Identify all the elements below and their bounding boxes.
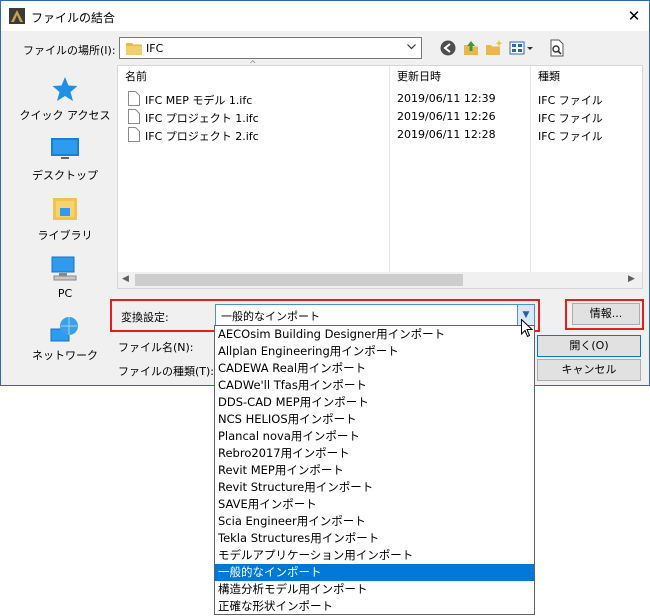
dropdown-option[interactable]: Scia Engineer用インポート	[215, 513, 534, 530]
place-desktop[interactable]: デスクトップ	[17, 135, 113, 183]
place-label: ネットワーク	[32, 349, 98, 362]
file-name: IFC MEP モデル 1.ifc	[145, 94, 253, 107]
lookin-value: IFC	[146, 42, 164, 55]
up-folder-icon[interactable]	[461, 38, 481, 58]
scroll-right-icon[interactable]: ▶	[628, 274, 635, 284]
file-date: 2019/06/11 12:28	[397, 128, 496, 141]
mouse-cursor-icon	[521, 319, 533, 338]
place-label: ライブラリ	[37, 229, 93, 242]
dropdown-option[interactable]: Revit Structure用インポート	[215, 479, 534, 496]
file-icon	[128, 127, 140, 142]
dropdown-option[interactable]: 一般的なインポート	[215, 564, 534, 581]
file-name: IFC プロジェクト 2.ifc	[145, 130, 259, 143]
info-button[interactable]: 情報...	[572, 303, 640, 325]
file-icon	[128, 91, 140, 106]
file-date: 2019/06/11 12:26	[397, 110, 496, 123]
conversion-dropdown-list[interactable]: AECOsim Building Designer用インポート Allplan E…	[214, 325, 535, 615]
place-quick-access[interactable]: クイック アクセス	[17, 75, 113, 123]
dropdown-option[interactable]: AECOsim Building Designer用インポート	[215, 326, 534, 343]
conversion-label: 変換設定:	[121, 311, 169, 324]
filename-label: ファイル名(N):	[118, 341, 194, 354]
dropdown-option[interactable]: CADEWA Real用インポート	[215, 360, 534, 377]
place-pc[interactable]: PC	[17, 255, 113, 300]
file-type: IFC ファイル	[538, 130, 603, 143]
window-title: ファイルの結合	[31, 11, 116, 25]
app-icon	[9, 8, 25, 24]
lookin-label: ファイルの場所(I):	[23, 44, 116, 57]
column-header-name[interactable]: 名前	[125, 66, 147, 88]
new-folder-icon[interactable]	[484, 38, 504, 58]
cancel-button[interactable]: キャンセル	[537, 359, 641, 381]
place-network[interactable]: ネットワーク	[17, 315, 113, 363]
file-type: IFC ファイル	[538, 94, 603, 107]
dropdown-option[interactable]: Tekla Structures用インポート	[215, 530, 534, 547]
place-library[interactable]: ライブラリ	[17, 195, 113, 243]
places-bar: クイック アクセス デスクトップ ライブラリ PC ネットワーク	[17, 65, 113, 381]
place-label: デスクトップ	[32, 169, 98, 182]
desktop-icon	[51, 138, 79, 159]
file-row[interactable]: IFC プロジェクト 1.ifc 2019/06/11 12:26 IFC ファ…	[118, 108, 642, 126]
title-bar: ファイルの結合 ✕	[1, 1, 649, 31]
column-header-date[interactable]: 更新日時	[397, 66, 441, 88]
dropdown-option[interactable]: Revit MEP用インポート	[215, 462, 534, 479]
dropdown-option[interactable]: 構造分析モデル用インポート	[215, 581, 534, 598]
conversion-combo[interactable]: 一般的なインポート ▼	[215, 304, 535, 326]
filetype-label: ファイルの種類(T):	[118, 365, 215, 378]
file-list[interactable]: ^ 名前 更新日時 種類 IFC MEP モデル 1.ifc 2019/06/1…	[117, 60, 643, 289]
file-date: 2019/06/11 12:39	[397, 92, 496, 105]
view-menu-icon[interactable]	[508, 38, 534, 58]
dropdown-option[interactable]: NCS HELIOS用インポート	[215, 411, 534, 428]
dropdown-option[interactable]: Allplan Engineering用インポート	[215, 343, 534, 360]
pc-icon	[51, 256, 77, 281]
back-icon[interactable]	[438, 38, 458, 58]
file-row[interactable]: IFC MEP モデル 1.ifc 2019/06/11 12:39 IFC フ…	[118, 90, 642, 108]
file-icon	[128, 109, 140, 124]
dropdown-option[interactable]: Rebro2017用インポート	[215, 445, 534, 462]
folder-icon	[126, 43, 142, 55]
star-icon	[52, 77, 78, 101]
chevron-down-icon	[407, 44, 416, 50]
close-icon[interactable]: ✕	[621, 3, 647, 29]
network-icon	[50, 317, 78, 342]
dropdown-option[interactable]: DDS-CAD MEP用インポート	[215, 394, 534, 411]
open-button[interactable]: 開く(O)	[537, 335, 641, 357]
file-row[interactable]: IFC プロジェクト 2.ifc 2019/06/11 12:28 IFC ファ…	[118, 126, 642, 144]
place-label: クイック アクセス	[19, 109, 111, 122]
preview-icon[interactable]	[547, 38, 567, 58]
conversion-value: 一般的なインポート	[221, 310, 320, 323]
dropdown-option[interactable]: CADWe'll Tfas用インポート	[215, 377, 534, 394]
sort-arrow-icon: ^	[249, 60, 257, 70]
library-icon	[53, 198, 77, 220]
scroll-left-icon[interactable]: ◀	[122, 274, 129, 284]
file-name: IFC プロジェクト 1.ifc	[145, 112, 259, 125]
dropdown-option[interactable]: モデルアプリケーション用インポート	[215, 547, 534, 564]
dropdown-option[interactable]: SAVE用インポート	[215, 496, 534, 513]
dropdown-option[interactable]: Plancal nova用インポート	[215, 428, 534, 445]
dropdown-option[interactable]: 正確な形状インポート	[215, 598, 534, 615]
lookin-combo[interactable]: IFC	[119, 37, 422, 59]
place-label: PC	[57, 287, 73, 300]
file-type: IFC ファイル	[538, 112, 603, 125]
scrollbar-thumb[interactable]	[135, 274, 463, 286]
column-header-type[interactable]: 種類	[538, 66, 560, 88]
horizontal-scrollbar[interactable]: ◀ ▶	[118, 272, 642, 288]
